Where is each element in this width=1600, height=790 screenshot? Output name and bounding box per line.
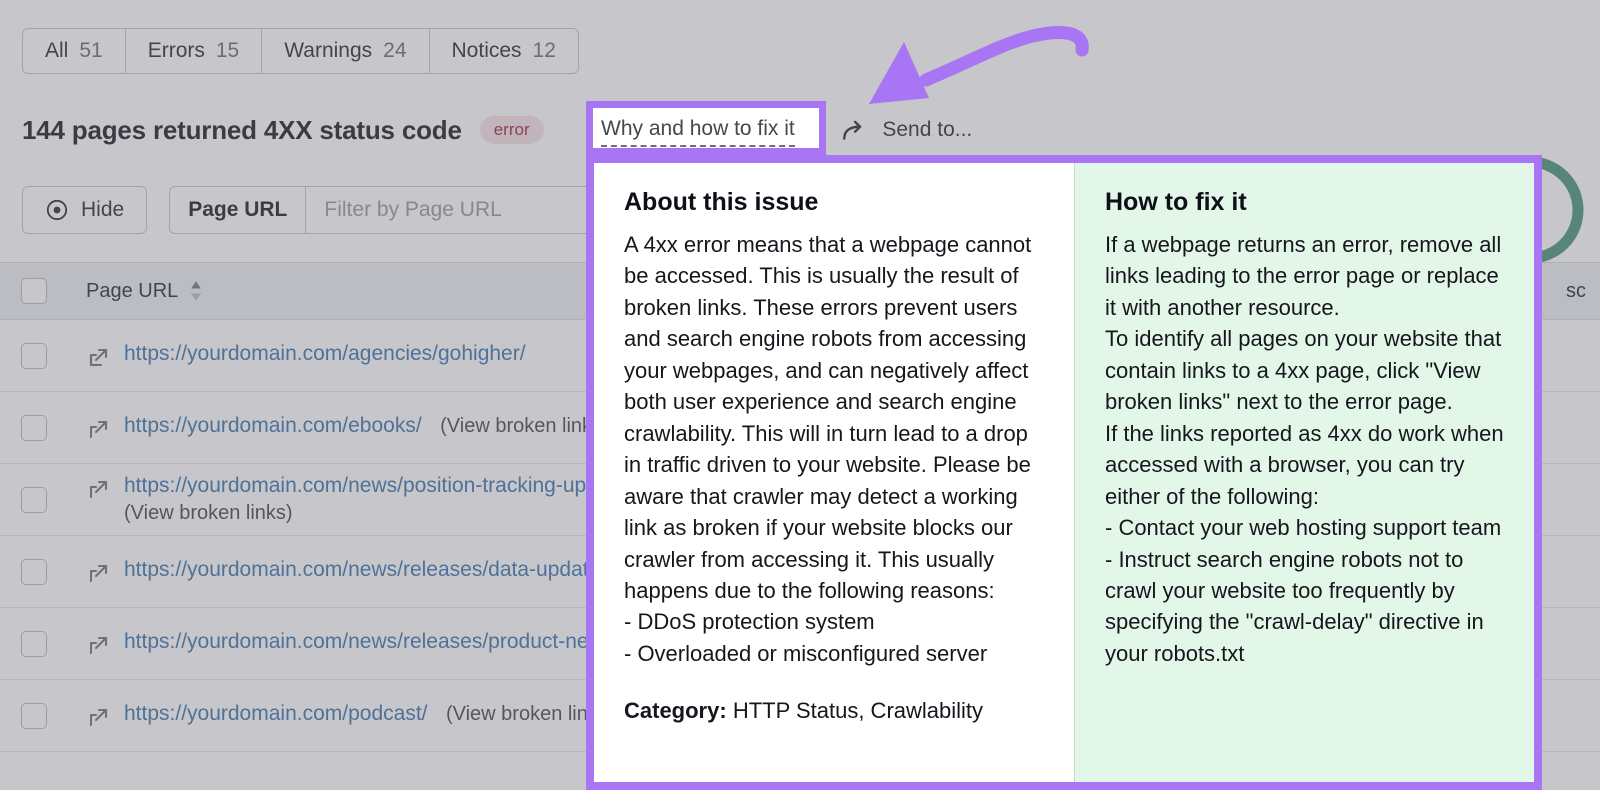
select-all-checkbox[interactable] — [21, 278, 47, 304]
tab-errors[interactable]: Errors 15 — [126, 29, 263, 73]
filter-field-selector[interactable]: Page URL — [170, 187, 306, 233]
category-line: Category: HTTP Status, Crawlability — [624, 695, 1044, 726]
row-select-cell[interactable] — [0, 703, 68, 729]
sort-arrows-icon — [188, 280, 204, 302]
send-arrow-icon — [841, 117, 867, 143]
site-audit-issue-screen: All 51 Errors 15 Warnings 24 Notices 12 … — [0, 0, 1600, 790]
why-and-how-popup: About this issue A 4xx error means that … — [586, 155, 1542, 790]
row-select-cell[interactable] — [0, 487, 68, 513]
page-url-link[interactable]: https://yourdomain.com/agencies/gohigher… — [124, 342, 526, 365]
popup-content: About this issue A 4xx error means that … — [594, 163, 1534, 782]
page-url-link[interactable]: https://yourdomain.com/news/position-tra… — [124, 474, 633, 497]
tab-notices-label: Notices — [452, 39, 522, 63]
row-select-cell[interactable] — [0, 631, 68, 657]
column-header-right: sc — [1566, 280, 1600, 303]
tab-notices[interactable]: Notices 12 — [430, 29, 578, 73]
external-link-icon[interactable] — [86, 478, 110, 502]
annotation-highlight-box: Why and how to fix it — [586, 101, 826, 155]
tab-errors-count: 15 — [216, 39, 239, 63]
row-checkbox[interactable] — [21, 559, 47, 585]
row-select-cell[interactable] — [0, 343, 68, 369]
external-link-icon[interactable] — [86, 346, 110, 370]
about-body: A 4xx error means that a webpage cannot … — [624, 229, 1044, 669]
category-value: HTTP Status, Crawlability — [733, 698, 983, 723]
row-url-text: https://yourdomain.com/podcast/ (View br… — [124, 702, 615, 726]
page-title: 144 pages returned 4XX status code — [22, 115, 462, 146]
column-header-page-url[interactable]: Page URL — [68, 280, 204, 303]
view-broken-links-link[interactable]: (View broken links) — [440, 415, 609, 437]
external-link-icon[interactable] — [86, 418, 110, 442]
external-link-icon[interactable] — [86, 706, 110, 730]
tab-all-count: 51 — [79, 39, 102, 63]
send-to-label: Send to... — [882, 118, 972, 142]
tab-all-label: All — [45, 39, 68, 63]
issue-type-tabs[interactable]: All 51 Errors 15 Warnings 24 Notices 12 — [22, 28, 579, 74]
row-url-text: https://yourdomain.com/ebooks/ (View bro… — [124, 414, 609, 438]
page-url-link[interactable]: https://yourdomain.com/podcast/ — [124, 702, 428, 725]
tab-notices-count: 12 — [533, 39, 556, 63]
page-url-link[interactable]: https://yourdomain.com/news/releases/dat… — [124, 558, 606, 581]
row-checkbox[interactable] — [21, 631, 47, 657]
tab-warnings[interactable]: Warnings 24 — [262, 29, 429, 73]
category-label: Category: — [624, 698, 727, 723]
view-broken-links-link[interactable]: (View broken links) — [124, 502, 633, 525]
row-url-text: https://yourdomain.com/agencies/gohigher… — [124, 342, 526, 366]
column-header-page-url-label: Page URL — [86, 280, 178, 303]
hide-button[interactable]: Hide — [22, 186, 147, 234]
page-url-link[interactable]: https://yourdomain.com/ebooks/ — [124, 414, 422, 437]
how-to-fix-it-panel: How to fix it If a webpage returns an er… — [1074, 163, 1534, 782]
page-url-link[interactable]: https://yourdomain.com/news/releases/pro… — [124, 630, 620, 653]
row-url-text: https://yourdomain.com/news/releases/dat… — [124, 558, 606, 582]
fix-heading: How to fix it — [1105, 187, 1504, 217]
row-select-cell[interactable] — [0, 415, 68, 441]
fix-body: If a webpage returns an error, remove al… — [1105, 229, 1504, 669]
row-checkbox[interactable] — [21, 487, 47, 513]
row-select-cell[interactable] — [0, 559, 68, 585]
row-checkbox[interactable] — [21, 415, 47, 441]
external-link-icon[interactable] — [86, 634, 110, 658]
about-this-issue-panel: About this issue A 4xx error means that … — [594, 163, 1074, 782]
row-checkbox[interactable] — [21, 703, 47, 729]
status-badge: error — [480, 116, 544, 144]
why-and-how-to-fix-it-link-highlighted[interactable]: Why and how to fix it — [601, 117, 795, 147]
select-all-cell[interactable] — [0, 278, 68, 304]
row-checkbox[interactable] — [21, 343, 47, 369]
send-to-button[interactable]: Send to... — [841, 117, 972, 143]
tab-warnings-label: Warnings — [284, 39, 372, 63]
external-link-icon[interactable] — [86, 562, 110, 586]
eye-icon — [45, 198, 69, 222]
tab-all[interactable]: All 51 — [23, 29, 126, 73]
tab-errors-label: Errors — [148, 39, 205, 63]
issue-header: 144 pages returned 4XX status code error… — [22, 108, 972, 152]
hide-button-label: Hide — [81, 198, 124, 222]
about-heading: About this issue — [624, 187, 1044, 217]
filter-field-label: Page URL — [188, 198, 287, 222]
tab-warnings-count: 24 — [383, 39, 406, 63]
row-url-text: https://yourdomain.com/news/releases/pro… — [124, 630, 620, 654]
row-url-text: https://yourdomain.com/news/position-tra… — [124, 474, 633, 525]
